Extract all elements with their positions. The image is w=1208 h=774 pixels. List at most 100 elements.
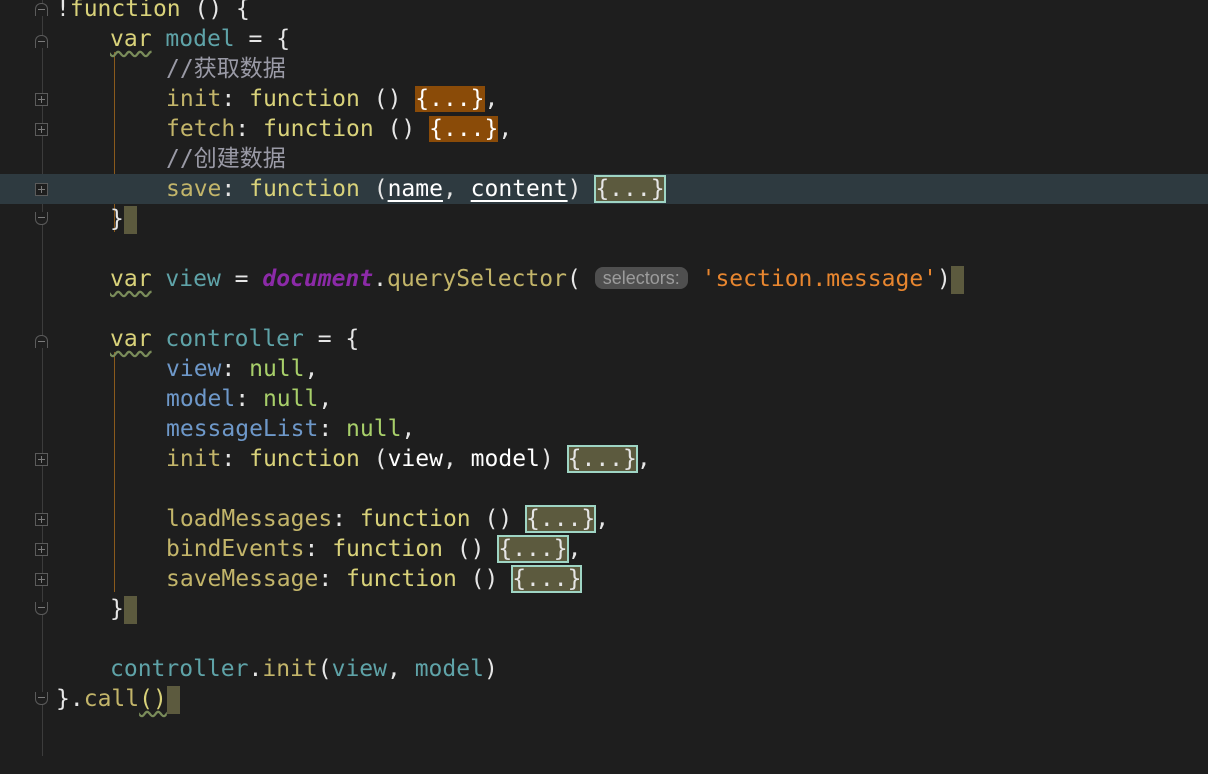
keyword-function: function bbox=[332, 536, 443, 562]
code-line[interactable]: //获取数据 bbox=[0, 54, 1208, 84]
argument-model: model bbox=[414, 656, 484, 682]
code-line[interactable]: model: null, bbox=[0, 384, 1208, 414]
code-comment: //获取数据 bbox=[166, 56, 286, 82]
code-line[interactable]: }.call() bbox=[0, 684, 1208, 714]
code-line[interactable]: init: function () {...}, bbox=[0, 84, 1208, 114]
punctuation: , bbox=[595, 506, 610, 532]
fold-collapse-icon[interactable] bbox=[35, 35, 48, 48]
keyword-function: function bbox=[69, 0, 181, 22]
bracket-match-highlight bbox=[166, 685, 180, 714]
punctuation: = bbox=[220, 266, 263, 292]
keyword-var: var bbox=[110, 326, 152, 352]
punctuation: ( bbox=[359, 176, 388, 202]
parameter-model: model bbox=[470, 446, 540, 472]
punctuation: ( bbox=[359, 446, 388, 472]
code-line[interactable]: //创建数据 bbox=[0, 144, 1208, 174]
bang-operator: ! bbox=[56, 0, 70, 22]
punctuation: () bbox=[470, 506, 527, 532]
punctuation: . bbox=[373, 266, 387, 292]
fold-expand-icon[interactable] bbox=[35, 123, 48, 136]
property-name: init bbox=[166, 446, 222, 472]
fold-collapse-icon[interactable] bbox=[35, 3, 48, 16]
keyword-var: var bbox=[110, 266, 152, 292]
fold-expand-icon[interactable] bbox=[35, 573, 48, 586]
punctuation: . bbox=[248, 656, 263, 682]
call-parens: () bbox=[139, 686, 167, 712]
folded-region[interactable]: {...} bbox=[415, 86, 485, 112]
code-line[interactable]: bindEvents: function () {...}, bbox=[0, 534, 1208, 564]
closing-brace: } bbox=[110, 206, 124, 232]
bracket-match-highlight bbox=[123, 595, 137, 624]
fold-end-icon[interactable] bbox=[35, 692, 48, 705]
property-name: model bbox=[166, 386, 236, 412]
folded-region[interactable]: {...} bbox=[511, 565, 583, 593]
punctuation: : bbox=[318, 566, 347, 592]
code-line[interactable]: var view = document.querySelector( selec… bbox=[0, 264, 1208, 294]
fold-expand-icon[interactable] bbox=[35, 543, 48, 556]
code-line[interactable]: fetch: function () {...}, bbox=[0, 114, 1208, 144]
fold-end-icon[interactable] bbox=[35, 602, 48, 615]
code-line[interactable]: !function () { bbox=[0, 0, 1208, 24]
punctuation: : bbox=[318, 416, 347, 442]
code-line-current[interactable]: save: function (name, content) {...} bbox=[0, 174, 1208, 204]
null-literal: null bbox=[346, 416, 402, 442]
folded-region[interactable]: {...} bbox=[497, 535, 569, 563]
punctuation: , bbox=[484, 86, 499, 112]
punctuation: () bbox=[373, 116, 430, 142]
punctuation: : bbox=[304, 536, 333, 562]
punctuation: , bbox=[386, 656, 415, 682]
code-line[interactable]: } bbox=[0, 594, 1208, 624]
keyword-var: var bbox=[110, 26, 152, 52]
fold-expand-icon[interactable] bbox=[35, 93, 48, 106]
property-name: fetch bbox=[166, 116, 236, 142]
method-name: call bbox=[83, 686, 140, 712]
keyword-function: function bbox=[346, 566, 457, 592]
fold-end-icon[interactable] bbox=[35, 212, 48, 225]
code-line[interactable]: saveMessage: function () {...} bbox=[0, 564, 1208, 594]
fold-expand-icon[interactable] bbox=[35, 183, 48, 196]
parameter-view: view bbox=[387, 446, 443, 472]
punctuation: , bbox=[304, 356, 319, 382]
keyword-function: function bbox=[249, 176, 360, 202]
punctuation: ) bbox=[483, 656, 498, 682]
punctuation: : bbox=[221, 356, 250, 382]
punctuation: , bbox=[442, 176, 471, 202]
code-line[interactable]: loadMessages: function () {...}, bbox=[0, 504, 1208, 534]
folded-region[interactable]: {...} bbox=[429, 116, 499, 142]
keyword-function: function bbox=[249, 86, 360, 112]
fold-expand-icon[interactable] bbox=[35, 513, 48, 526]
method-name: init bbox=[262, 656, 318, 682]
punctuation: : bbox=[235, 116, 263, 142]
punctuation: () bbox=[456, 566, 513, 592]
code-comment: //创建数据 bbox=[166, 146, 286, 172]
punctuation: : bbox=[332, 506, 360, 532]
fold-expand-icon[interactable] bbox=[35, 453, 48, 466]
code-line[interactable]: var controller = { bbox=[0, 324, 1208, 354]
punctuation: , bbox=[498, 116, 513, 142]
punctuation: , bbox=[567, 536, 582, 562]
variable-name: view bbox=[165, 266, 221, 292]
folded-region[interactable]: {...} bbox=[566, 445, 638, 473]
variable-name: controller bbox=[165, 326, 304, 352]
property-name: bindEvents bbox=[166, 536, 305, 562]
property-name: loadMessages bbox=[166, 506, 333, 532]
code-line[interactable]: } bbox=[0, 204, 1208, 234]
string-literal: 'section.message' bbox=[701, 266, 938, 292]
punctuation: , bbox=[442, 446, 471, 472]
code-line[interactable]: messageList: null, bbox=[0, 414, 1208, 444]
keyword-function: function bbox=[249, 446, 360, 472]
property-name: messageList bbox=[166, 416, 319, 442]
null-literal: null bbox=[249, 356, 305, 382]
fold-collapse-icon[interactable] bbox=[35, 335, 48, 348]
code-line[interactable]: controller.init(view, model) bbox=[0, 654, 1208, 684]
folded-region[interactable]: {...} bbox=[525, 505, 597, 533]
punctuation: ( bbox=[567, 266, 581, 292]
punctuation: ( bbox=[317, 656, 332, 682]
code-line[interactable]: var model = { bbox=[0, 24, 1208, 54]
parameter-content: content bbox=[470, 176, 568, 202]
property-name: save bbox=[166, 176, 222, 202]
code-line[interactable]: view: null, bbox=[0, 354, 1208, 384]
property-name: saveMessage bbox=[166, 566, 319, 592]
code-line[interactable]: init: function (view, model) {...}, bbox=[0, 444, 1208, 474]
folded-region[interactable]: {...} bbox=[594, 175, 666, 203]
